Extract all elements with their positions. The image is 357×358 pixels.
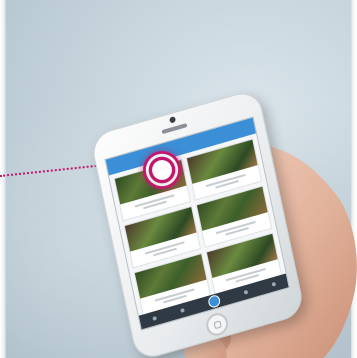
photo-scene (0, 0, 357, 358)
home-button[interactable] (204, 310, 230, 339)
earpiece-speaker (161, 123, 188, 135)
settings-icon[interactable] (271, 281, 276, 287)
front-camera-icon (169, 116, 177, 124)
home-square-icon (213, 320, 222, 330)
list-icon[interactable] (151, 316, 157, 322)
home-icon[interactable] (206, 293, 221, 310)
map-icon[interactable] (243, 289, 248, 295)
tap-target-marker-icon (142, 150, 182, 190)
phone-screen (104, 116, 290, 331)
grid-icon[interactable] (179, 308, 185, 314)
left-frame-edge (0, 0, 6, 358)
